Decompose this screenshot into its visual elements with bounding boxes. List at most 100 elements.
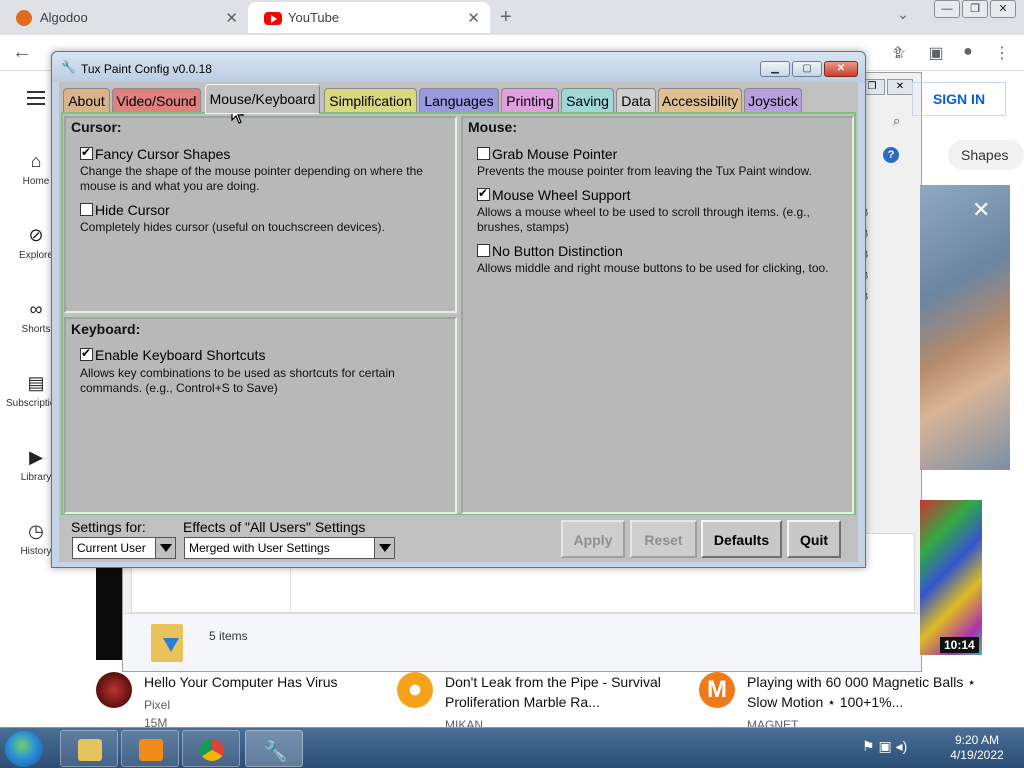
close-tab-icon[interactable]: ✕	[225, 9, 238, 27]
apply-button[interactable]: Apply	[561, 520, 625, 558]
channel-avatar[interactable]: M	[699, 672, 735, 708]
taskbar-media-player[interactable]	[121, 730, 179, 767]
minimize-button[interactable]: ▁	[760, 61, 790, 77]
checkbox-label: Mouse Wheel Support	[492, 187, 631, 203]
side-panel-icon[interactable]: ▣	[926, 43, 946, 63]
sidebar-item-label: Shorts	[21, 324, 51, 335]
checkbox-unchecked[interactable]	[477, 147, 490, 160]
tab-printing[interactable]: Printing	[501, 88, 559, 114]
back-arrow-icon[interactable]: ←	[12, 41, 32, 64]
checkbox-checked[interactable]	[80, 145, 93, 160]
restore-icon[interactable]: ❐	[962, 0, 988, 18]
tab-joystick[interactable]: Joystick	[744, 88, 802, 114]
no-button-distinction-checkbox[interactable]: No Button Distinction	[477, 243, 623, 259]
bookmark-star-icon[interactable]: ☆	[889, 43, 909, 63]
effects-select[interactable]: Merged with User Settings	[184, 537, 395, 559]
tab-simplification[interactable]: Simplification	[324, 88, 417, 114]
video-thumbnail[interactable]	[920, 500, 982, 655]
minimize-icon[interactable]: —	[934, 0, 960, 18]
tab-accessibility[interactable]: Accessibility	[658, 88, 742, 114]
channel-name[interactable]: Pixel	[144, 698, 170, 712]
select-value: Current User	[77, 541, 146, 555]
new-tab-button[interactable]: +	[500, 6, 512, 29]
help-icon[interactable]: ?	[883, 147, 899, 163]
video-title[interactable]: Playing with 60 000 Magnetic Balls ⋆ Slo…	[747, 672, 987, 712]
cursor-section-title: Cursor:	[71, 119, 122, 135]
maximize-button[interactable]: ▢	[792, 61, 822, 77]
mouse-wheel-checkbox[interactable]: Mouse Wheel Support	[477, 186, 631, 203]
close-icon[interactable]: ✕	[990, 0, 1016, 18]
fancy-cursor-checkbox[interactable]: Fancy Cursor Shapes	[80, 145, 231, 162]
video-title[interactable]: Hello Your Computer Has Virus	[144, 672, 384, 692]
defaults-button[interactable]: Defaults	[701, 520, 782, 558]
tab-label: About	[68, 93, 105, 109]
checkbox-label: No Button Distinction	[492, 243, 623, 259]
hamburger-menu-icon[interactable]	[27, 91, 45, 105]
search-icon[interactable]: ⌕	[893, 113, 900, 129]
grab-mouse-checkbox[interactable]: Grab Mouse Pointer	[477, 146, 617, 162]
hide-cursor-checkbox[interactable]: Hide Cursor	[80, 202, 170, 218]
wrench-icon: 🔧	[61, 60, 76, 74]
tab-about[interactable]: About	[63, 88, 110, 114]
quit-button[interactable]: Quit	[787, 520, 841, 558]
folder-icon	[151, 624, 183, 662]
tray-icons[interactable]: ⚑ ▣ ◂)	[862, 738, 907, 755]
browser-tab-youtube[interactable]: YouTube ✕	[248, 2, 490, 33]
chevron-down-icon[interactable]	[155, 538, 175, 558]
close-icon[interactable]: ✕	[887, 79, 913, 95]
clock-time: 9:20 AM	[954, 733, 1000, 747]
checkbox-label: Enable Keyboard Shortcuts	[95, 347, 266, 363]
more-menu-icon[interactable]: ⋮	[992, 43, 1012, 63]
checkbox-checked[interactable]	[477, 186, 490, 201]
close-tab-icon[interactable]: ✕	[467, 9, 480, 27]
checkbox-label: Grab Mouse Pointer	[492, 146, 618, 162]
shorts-icon: ∞	[29, 299, 43, 319]
checkbox-label: Fancy Cursor Shapes	[95, 146, 231, 162]
compass-icon: ⊘	[28, 225, 44, 245]
sidebar-item-label: Library	[20, 472, 52, 483]
tab-mouse-keyboard[interactable]: Mouse/Keyboard	[205, 84, 320, 114]
close-icon[interactable]: ✕	[972, 197, 990, 223]
sign-in-button[interactable]: SIGN IN	[912, 82, 1006, 116]
effects-label: Effects of "All Users" Settings	[183, 519, 366, 535]
status-bar: 5 items	[123, 613, 921, 671]
tab-label: Languages	[424, 93, 494, 109]
checkbox-unchecked[interactable]	[477, 244, 490, 257]
settings-for-select[interactable]: Current User	[72, 537, 176, 559]
video-title[interactable]: Don't Leak from the Pipe - Survival Prol…	[445, 672, 685, 712]
profile-avatar-icon[interactable]: ●	[958, 43, 978, 63]
browser-tab-label: YouTube	[288, 10, 340, 25]
mouse-section-title: Mouse:	[468, 119, 517, 135]
checkbox-unchecked[interactable]	[80, 203, 93, 216]
title-bar[interactable]: 🔧 Tux Paint Config v0.0.18 ▁ ▢ ✕	[52, 52, 865, 82]
checkbox-checked[interactable]	[80, 346, 93, 361]
channel-avatar[interactable]	[96, 672, 132, 708]
taskbar-chrome[interactable]	[182, 730, 240, 767]
reset-button[interactable]: Reset	[630, 520, 697, 558]
chip-shapes[interactable]: Shapes	[948, 140, 1024, 170]
close-button[interactable]: ✕	[824, 61, 858, 77]
browser-tab-algodoo[interactable]: Algodoo ✕	[0, 2, 248, 33]
tux-paint-config-window: 🔧 Tux Paint Config v0.0.18 ▁ ▢ ✕ About V…	[51, 51, 866, 568]
sidebar-item-label: History	[20, 546, 52, 557]
dialog-client: About Video/Sound Mouse/Keyboard Simplif…	[59, 82, 858, 562]
tab-search-icon[interactable]: ⌄	[897, 6, 909, 23]
ad-image[interactable]	[920, 185, 1010, 470]
taskbar-tux-paint-config[interactable]: 🔧	[245, 730, 303, 767]
browser-tab-strip: Algodoo ✕ YouTube ✕ + ⌄ — ❐ ✕	[0, 0, 1024, 35]
keyboard-section: Keyboard: Enable Keyboard Shortcuts Allo…	[64, 317, 457, 514]
tab-saving[interactable]: Saving	[561, 88, 614, 114]
tab-label: Data	[621, 93, 651, 109]
cursor-section: Cursor: Fancy Cursor Shapes Change the s…	[64, 116, 457, 313]
start-button[interactable]	[5, 731, 43, 767]
tab-video-sound[interactable]: Video/Sound	[112, 88, 201, 114]
tab-languages[interactable]: Languages	[419, 88, 499, 114]
fancy-cursor-description: Change the shape of the mouse pointer de…	[80, 164, 423, 193]
keyboard-shortcuts-checkbox[interactable]: Enable Keyboard Shortcuts	[80, 346, 266, 363]
taskbar-explorer[interactable]	[60, 730, 118, 767]
chevron-down-icon[interactable]	[374, 538, 394, 558]
tab-data[interactable]: Data	[616, 88, 656, 114]
system-clock[interactable]: 9:20 AM 4/19/2022	[942, 733, 1012, 763]
hide-cursor-description: Completely hides cursor (useful on touch…	[80, 220, 385, 234]
channel-avatar[interactable]	[397, 672, 433, 708]
